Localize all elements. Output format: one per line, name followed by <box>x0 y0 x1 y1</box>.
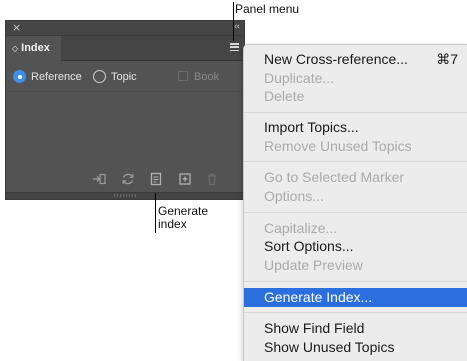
collapse-icon[interactable]: ‹‹ <box>234 21 240 34</box>
panel-menu-icon[interactable] <box>230 43 239 52</box>
book-checkbox[interactable] <box>178 71 188 81</box>
generate-index-callout-line <box>155 193 156 233</box>
new-entry-icon[interactable] <box>178 172 192 186</box>
menu-item-shortcut: ⌘7 <box>436 51 458 67</box>
panel-tabbar: ◇ Index <box>6 36 244 61</box>
resize-grip[interactable] <box>6 192 244 199</box>
tab-label: Index <box>21 42 50 54</box>
menu-item-remove-unused-topics[interactable]: Remove Unused Topics <box>244 137 467 156</box>
menu-separator <box>244 161 467 162</box>
menu-item-capitalize[interactable]: Capitalize... <box>244 219 467 238</box>
menu-item-go-to-selected-marker[interactable]: Go to Selected Marker <box>244 168 467 187</box>
menu-item-delete[interactable]: Delete <box>244 87 467 106</box>
tab-arrows-icon: ◇ <box>12 44 19 53</box>
menu-item-label: New Cross-reference... <box>264 51 408 67</box>
panel-menu-callout-line <box>233 2 234 41</box>
menu-item-duplicate[interactable]: Duplicate... <box>244 69 467 88</box>
panel-menu: New Cross-reference... ⌘7 Duplicate... De… <box>243 44 467 361</box>
topic-label: Topic <box>111 71 137 83</box>
menu-item-update-preview[interactable]: Update Preview <box>244 256 467 275</box>
menu-item-generate-index[interactable]: Generate Index... <box>244 288 467 307</box>
panel-titlebar: × ‹‹ <box>6 21 244 36</box>
generate-index-callout-line2: index <box>158 217 187 231</box>
go-to-marker-icon[interactable] <box>92 172 106 186</box>
menu-item-show-unused-topics[interactable]: Show Unused Topics <box>244 338 467 357</box>
menu-item-new-cross-reference[interactable]: New Cross-reference... ⌘7 <box>244 50 467 69</box>
menu-item-options[interactable]: Options... <box>244 187 467 206</box>
tab-index[interactable]: ◇ Index <box>6 36 61 61</box>
book-label: Book <box>194 71 220 83</box>
topic-radio[interactable] <box>93 70 106 83</box>
index-panel: × ‹‹ ◇ Index Reference Topic Book <box>5 20 245 200</box>
generate-index-icon[interactable] <box>149 172 163 186</box>
menu-item-sort-options[interactable]: Sort Options... <box>244 237 467 256</box>
menu-separator <box>244 212 467 213</box>
generate-index-callout: Generate index <box>158 205 208 231</box>
refresh-icon[interactable] <box>121 172 135 186</box>
reference-label: Reference <box>31 71 82 83</box>
panel-menu-callout: Panel menu <box>235 2 300 16</box>
menu-item-show-find-field[interactable]: Show Find Field <box>244 319 467 338</box>
menu-separator <box>244 312 467 313</box>
menu-item-import-topics[interactable]: Import Topics... <box>244 118 467 137</box>
reference-radio[interactable] <box>13 70 26 83</box>
trash-icon[interactable] <box>205 172 219 186</box>
mode-options: Reference Topic Book <box>13 69 236 89</box>
close-icon[interactable]: × <box>12 21 21 34</box>
menu-separator <box>244 112 467 113</box>
menu-separator <box>244 281 467 282</box>
